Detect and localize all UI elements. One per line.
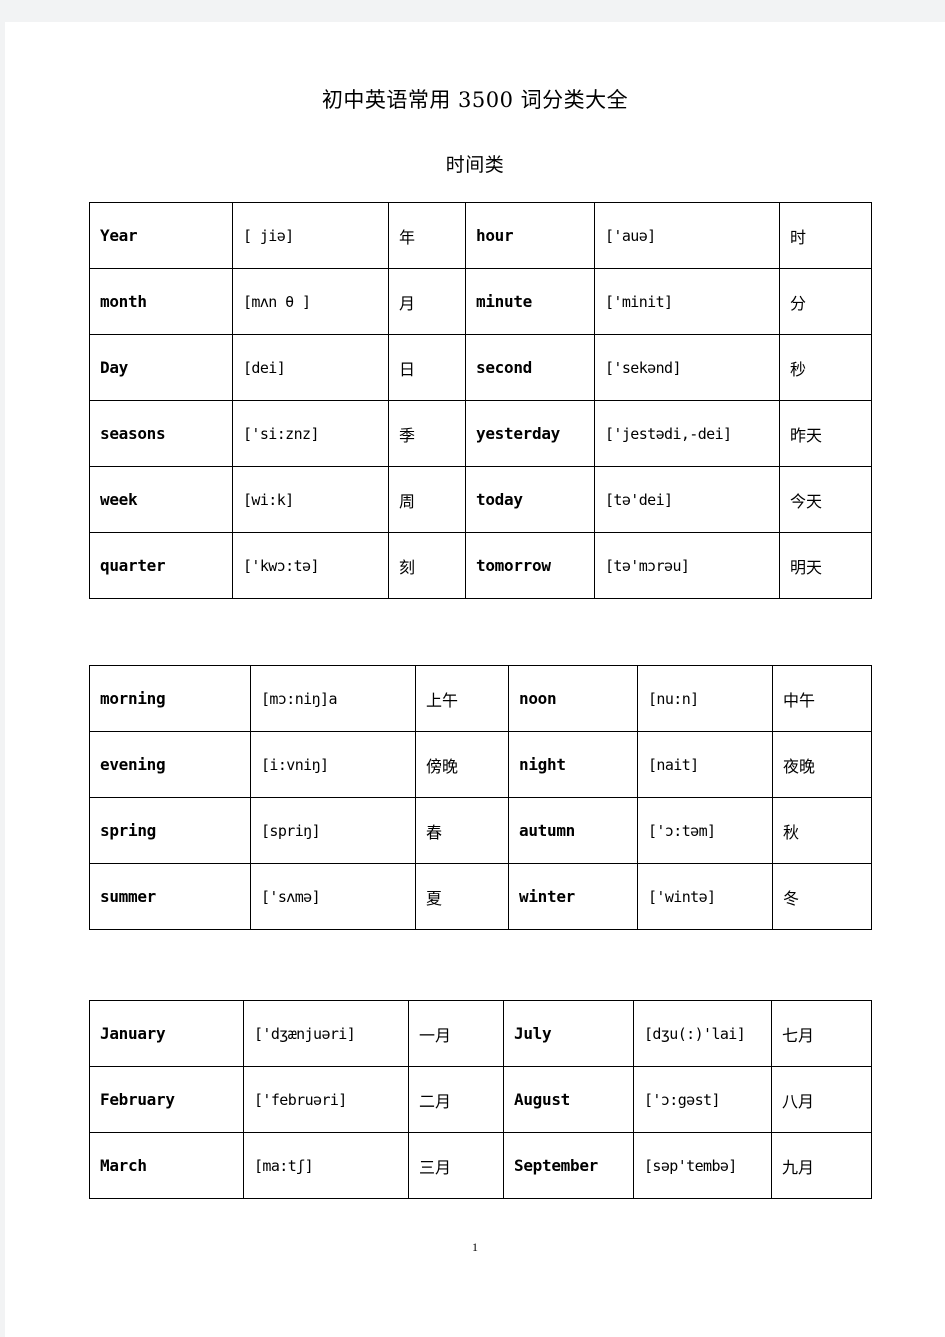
translation-cell: 年 — [388, 202, 466, 269]
translation-cell: 月 — [388, 268, 466, 335]
phonetic-cell: [dʒu(:)'lai] — [633, 1000, 772, 1067]
phonetic-cell: [səp'tembə] — [633, 1132, 772, 1199]
word-cell: February — [89, 1066, 244, 1133]
table-row: evening [i:vniŋ] 傍晚 night [nait] 夜晚 — [89, 731, 872, 798]
phonetic-cell: [wi:k] — [232, 466, 389, 533]
table-row: January ['dʒænjuəri] 一月 July [dʒu(:)'lai… — [89, 1000, 872, 1067]
phonetic-cell: [mʌn θ ] — [232, 268, 389, 335]
translation-cell: 昨天 — [779, 400, 872, 467]
translation-cell: 春 — [415, 797, 509, 864]
phonetic-cell: [dei] — [232, 334, 389, 401]
translation-cell: 分 — [779, 268, 872, 335]
phonetic-cell: ['wintə] — [637, 863, 773, 930]
word-cell: July — [503, 1000, 634, 1067]
word-cell: today — [465, 466, 595, 533]
translation-cell: 二月 — [408, 1066, 504, 1133]
translation-cell: 秋 — [772, 797, 872, 864]
word-cell: January — [89, 1000, 244, 1067]
word-cell: tomorrow — [465, 532, 595, 599]
word-cell: noon — [508, 665, 638, 732]
translation-cell: 三月 — [408, 1132, 504, 1199]
document-page: 初中英语常用 3500 词分类大全 时间类 Year [ jiə] 年 hour… — [5, 22, 945, 1337]
translation-cell: 冬 — [772, 863, 872, 930]
translation-cell: 夜晚 — [772, 731, 872, 798]
translation-cell: 一月 — [408, 1000, 504, 1067]
word-cell: spring — [89, 797, 251, 864]
phonetic-cell: ['si:znz] — [232, 400, 389, 467]
table-row: summer ['sʌmə] 夏 winter ['wintə] 冬 — [89, 863, 872, 930]
translation-cell: 中午 — [772, 665, 872, 732]
table-row: week [wi:k] 周 today [tə'dei] 今天 — [89, 466, 872, 533]
table-row: morning [mɔ:niŋ]a 上午 noon [nu:n] 中午 — [89, 665, 872, 732]
phonetic-cell: ['ɔ:gəst] — [633, 1066, 772, 1133]
table-row: Day [dei] 日 second ['sekənd] 秒 — [89, 334, 872, 401]
word-cell: autumn — [508, 797, 638, 864]
word-cell: morning — [89, 665, 251, 732]
word-cell: month — [89, 268, 233, 335]
phonetic-cell: ['februəri] — [243, 1066, 409, 1133]
table-row: Year [ jiə] 年 hour ['auə] 时 — [89, 202, 872, 269]
translation-cell: 时 — [779, 202, 872, 269]
word-cell: hour — [465, 202, 595, 269]
phonetic-cell: [nait] — [637, 731, 773, 798]
word-cell: summer — [89, 863, 251, 930]
translation-cell: 秒 — [779, 334, 872, 401]
translation-cell: 明天 — [779, 532, 872, 599]
translation-cell: 周 — [388, 466, 466, 533]
phonetic-cell: [mɔ:niŋ]a — [250, 665, 416, 732]
word-cell: week — [89, 466, 233, 533]
word-cell: seasons — [89, 400, 233, 467]
table-row: spring [spriŋ] 春 autumn ['ɔ:təm] 秋 — [89, 797, 872, 864]
phonetic-cell: ['kwɔ:tə] — [232, 532, 389, 599]
word-cell: winter — [508, 863, 638, 930]
word-cell: August — [503, 1066, 634, 1133]
word-cell: September — [503, 1132, 634, 1199]
table-row: March [ma:tʃ] 三月 September [səp'tembə] 九… — [89, 1132, 872, 1199]
section-subtitle: 时间类 — [445, 154, 505, 176]
phonetic-cell: [spriŋ] — [250, 797, 416, 864]
translation-cell: 季 — [388, 400, 466, 467]
word-cell: quarter — [89, 532, 233, 599]
phonetic-cell: [ma:tʃ] — [243, 1132, 409, 1199]
vocabulary-table-time-units: Year [ jiə] 年 hour ['auə] 时 month [mʌn θ… — [89, 202, 872, 599]
phonetic-cell: ['auə] — [594, 202, 780, 269]
word-cell: Day — [89, 334, 233, 401]
phonetic-cell: ['jestədi,-dei] — [594, 400, 780, 467]
phonetic-cell: [ jiə] — [232, 202, 389, 269]
phonetic-cell: ['dʒænjuəri] — [243, 1000, 409, 1067]
page-number: 1 — [472, 1240, 478, 1254]
translation-cell: 九月 — [771, 1132, 872, 1199]
translation-cell: 七月 — [771, 1000, 872, 1067]
phonetic-cell: ['sekənd] — [594, 334, 780, 401]
page-title: 初中英语常用 3500 词分类大全 — [321, 88, 629, 112]
phonetic-cell: [tə'mɔrəu] — [594, 532, 780, 599]
translation-cell: 日 — [388, 334, 466, 401]
word-cell: minute — [465, 268, 595, 335]
word-cell: night — [508, 731, 638, 798]
phonetic-cell: ['ɔ:təm] — [637, 797, 773, 864]
word-cell: second — [465, 334, 595, 401]
phonetic-cell: [i:vniŋ] — [250, 731, 416, 798]
translation-cell: 上午 — [415, 665, 509, 732]
translation-cell: 今天 — [779, 466, 872, 533]
translation-cell: 八月 — [771, 1066, 872, 1133]
table-row: quarter ['kwɔ:tə] 刻 tomorrow [tə'mɔrəu] … — [89, 532, 872, 599]
table-row: seasons ['si:znz] 季 yesterday ['jestədi,… — [89, 400, 872, 467]
table-row: month [mʌn θ ] 月 minute ['minit] 分 — [89, 268, 872, 335]
table-row: February ['februəri] 二月 August ['ɔ:gəst]… — [89, 1066, 872, 1133]
word-cell: Year — [89, 202, 233, 269]
word-cell: March — [89, 1132, 244, 1199]
phonetic-cell: [nu:n] — [637, 665, 773, 732]
phonetic-cell: [tə'dei] — [594, 466, 780, 533]
vocabulary-table-dayparts-seasons: morning [mɔ:niŋ]a 上午 noon [nu:n] 中午 even… — [89, 665, 872, 930]
translation-cell: 傍晚 — [415, 731, 509, 798]
translation-cell: 刻 — [388, 532, 466, 599]
word-cell: evening — [89, 731, 251, 798]
word-cell: yesterday — [465, 400, 595, 467]
phonetic-cell: ['minit] — [594, 268, 780, 335]
translation-cell: 夏 — [415, 863, 509, 930]
vocabulary-table-months: January ['dʒænjuəri] 一月 July [dʒu(:)'lai… — [89, 1000, 872, 1199]
phonetic-cell: ['sʌmə] — [250, 863, 416, 930]
